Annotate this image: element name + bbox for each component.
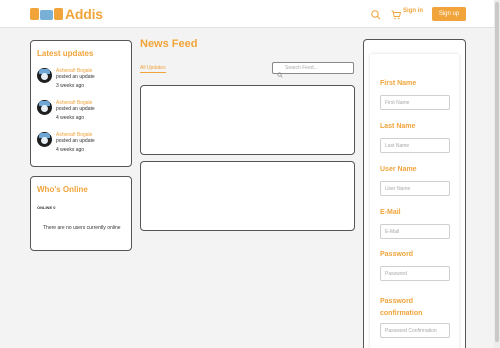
- scrollbar-thumb[interactable]: [495, 2, 499, 342]
- whos-online-widget: Who's Online ONLINE 0 There are no users…: [30, 176, 132, 251]
- feed-search-input[interactable]: [285, 64, 351, 72]
- feed-search-box: [272, 62, 354, 78]
- top-navbar: Addis Sign in Sign up: [0, 0, 500, 28]
- page-title: News Feed: [140, 38, 198, 50]
- page-scrollbar[interactable]: [494, 0, 500, 348]
- sign-up-label: Sign up: [438, 11, 460, 17]
- last-name-label: Last Name: [380, 123, 416, 130]
- list-item: Ashenafi Bogale posted an update 3 weeks…: [37, 68, 147, 92]
- no-users-message: There are no users currently online: [43, 225, 121, 231]
- logo-mark-icon: [30, 7, 64, 21]
- online-count: ONLINE 0: [37, 205, 56, 210]
- update-time: 4 weeks ago: [56, 115, 85, 121]
- email-label: E-Mail: [380, 209, 401, 216]
- tab-all-updates[interactable]: All Updates: [140, 65, 166, 73]
- search-icon: [277, 65, 283, 78]
- update-action: posted an update: [56, 138, 95, 144]
- password-confirmation-label: Password confirmation: [380, 298, 423, 317]
- sign-in-link[interactable]: Sign in: [403, 8, 423, 14]
- last-name-field[interactable]: [380, 138, 450, 153]
- avatar[interactable]: [37, 100, 52, 115]
- avatar[interactable]: [37, 132, 52, 147]
- first-name-field[interactable]: [380, 95, 450, 110]
- password-confirmation-field[interactable]: [380, 323, 450, 338]
- list-item: Ashenafi Bogale posted an update 4 weeks…: [37, 132, 147, 156]
- update-action: posted an update: [56, 74, 95, 80]
- user-name-field[interactable]: [380, 181, 450, 196]
- search-icon[interactable]: [370, 8, 382, 20]
- activity-post-card: [140, 161, 355, 231]
- avatar[interactable]: [37, 68, 52, 83]
- latest-updates-title: Latest updates: [37, 49, 94, 58]
- update-time: 4 weeks ago: [56, 147, 85, 153]
- registration-form: First Name Last Name User Name E-Mail Pa…: [370, 54, 459, 348]
- password-field[interactable]: [380, 266, 450, 281]
- cart-icon[interactable]: [390, 8, 402, 20]
- activity-post-card: [140, 85, 355, 155]
- registration-widget: First Name Last Name User Name E-Mail Pa…: [363, 39, 466, 348]
- first-name-label: First Name: [380, 80, 417, 87]
- whos-online-title: Who's Online: [37, 185, 88, 194]
- password-label: Password: [380, 251, 414, 258]
- list-item: Ashenafi Bogale posted an update 4 weeks…: [37, 100, 147, 124]
- email-field[interactable]: [380, 224, 450, 239]
- latest-updates-widget: Latest updates Ashenafi Bogale posted an…: [30, 40, 132, 167]
- site-logo[interactable]: Addis: [30, 6, 103, 22]
- update-time: 3 weeks ago: [56, 83, 85, 89]
- user-name-label: User Name: [380, 166, 417, 173]
- update-action: posted an update: [56, 106, 95, 112]
- brand-name: Addis: [65, 6, 103, 22]
- sign-up-button[interactable]: Sign up: [432, 7, 466, 21]
